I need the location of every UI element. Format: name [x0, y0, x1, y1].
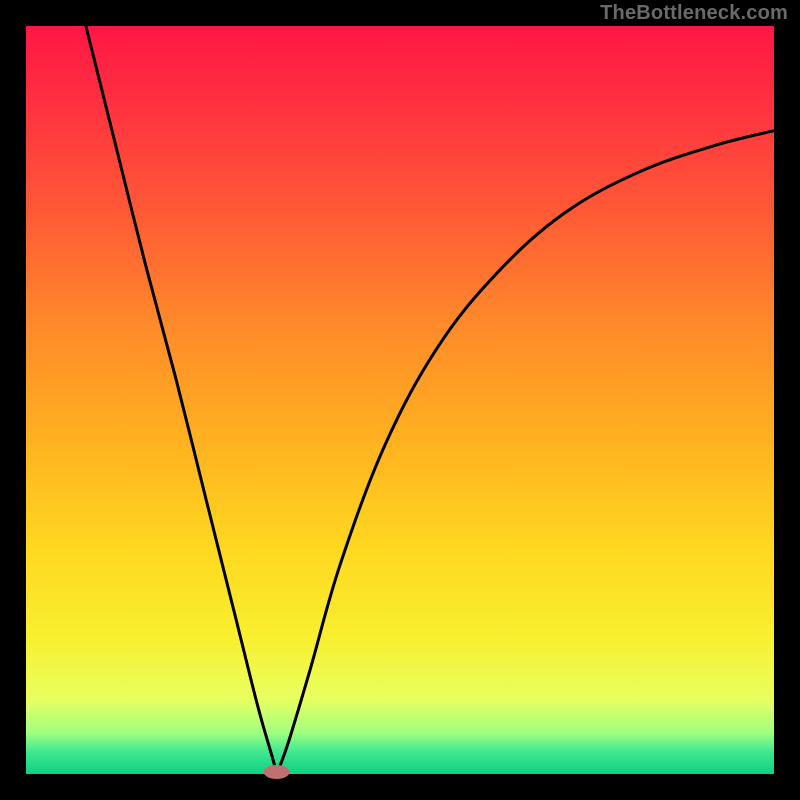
optimal-point-marker: [264, 765, 290, 779]
watermark-text: TheBottleneck.com: [600, 2, 788, 25]
bottleneck-chart: [0, 0, 800, 800]
plot-background: [26, 26, 774, 774]
chart-container: TheBottleneck.com: [0, 0, 800, 800]
